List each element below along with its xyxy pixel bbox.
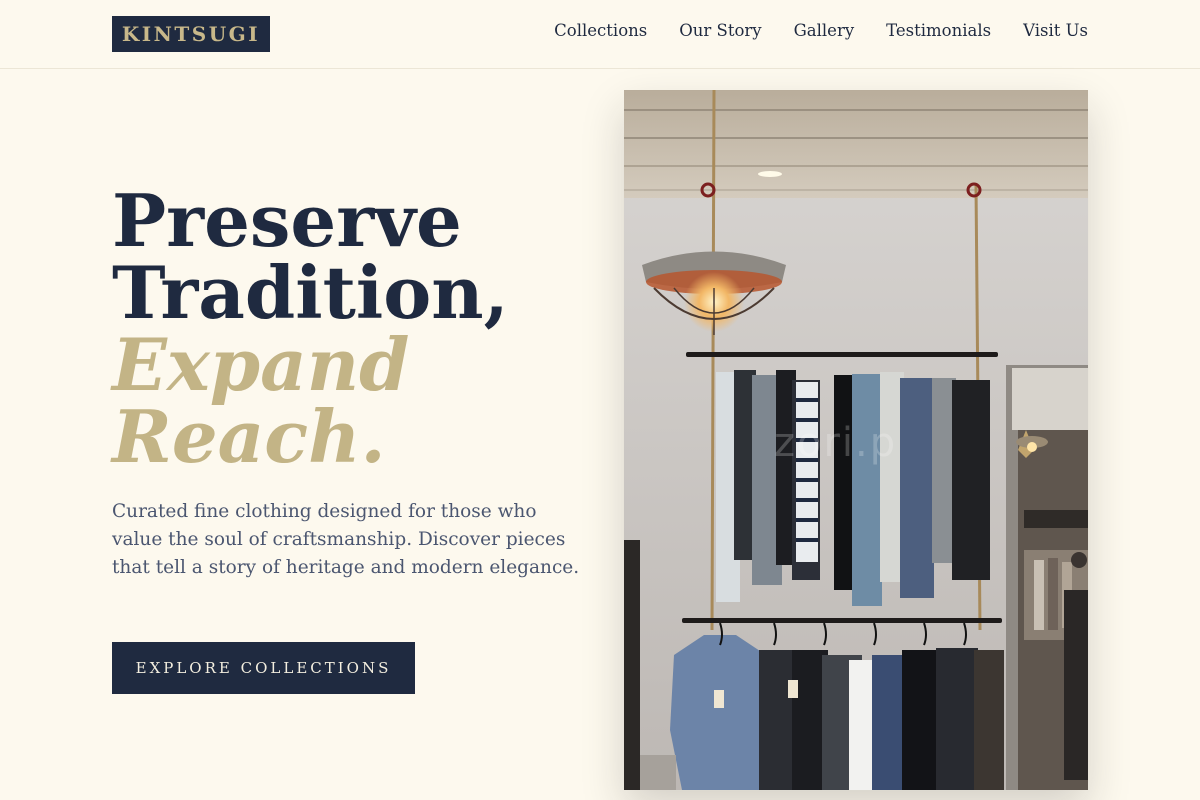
image-watermark: zori.p <box>774 420 898 466</box>
hero-title: Preserve Tradition, Expand Reach. <box>112 185 592 473</box>
nav-item-collections[interactable]: Collections <box>554 21 647 40</box>
nav-item-testimonials[interactable]: Testimonials <box>886 21 991 40</box>
hero-accent-line-2: Reach. <box>112 394 386 479</box>
hero-title-line-1: Preserve <box>112 178 462 263</box>
nav-item-gallery[interactable]: Gallery <box>794 21 855 40</box>
nav-item-visit-us[interactable]: Visit Us <box>1023 21 1088 40</box>
hero-title-line-2: Tradition, <box>112 250 509 335</box>
hero-image: zori.p <box>624 90 1088 790</box>
brand-logo[interactable]: KINTSUGI <box>112 16 270 52</box>
explore-collections-button[interactable]: EXPLORE COLLECTIONS <box>112 642 415 694</box>
hero-description: Curated fine clothing designed for those… <box>112 501 580 578</box>
nav-item-our-story[interactable]: Our Story <box>679 21 761 40</box>
site-header: KINTSUGI Collections Our Story Gallery T… <box>0 0 1200 69</box>
main-nav: Collections Our Story Gallery Testimonia… <box>554 21 1088 40</box>
hero-accent-line-1: Expand <box>112 322 410 407</box>
